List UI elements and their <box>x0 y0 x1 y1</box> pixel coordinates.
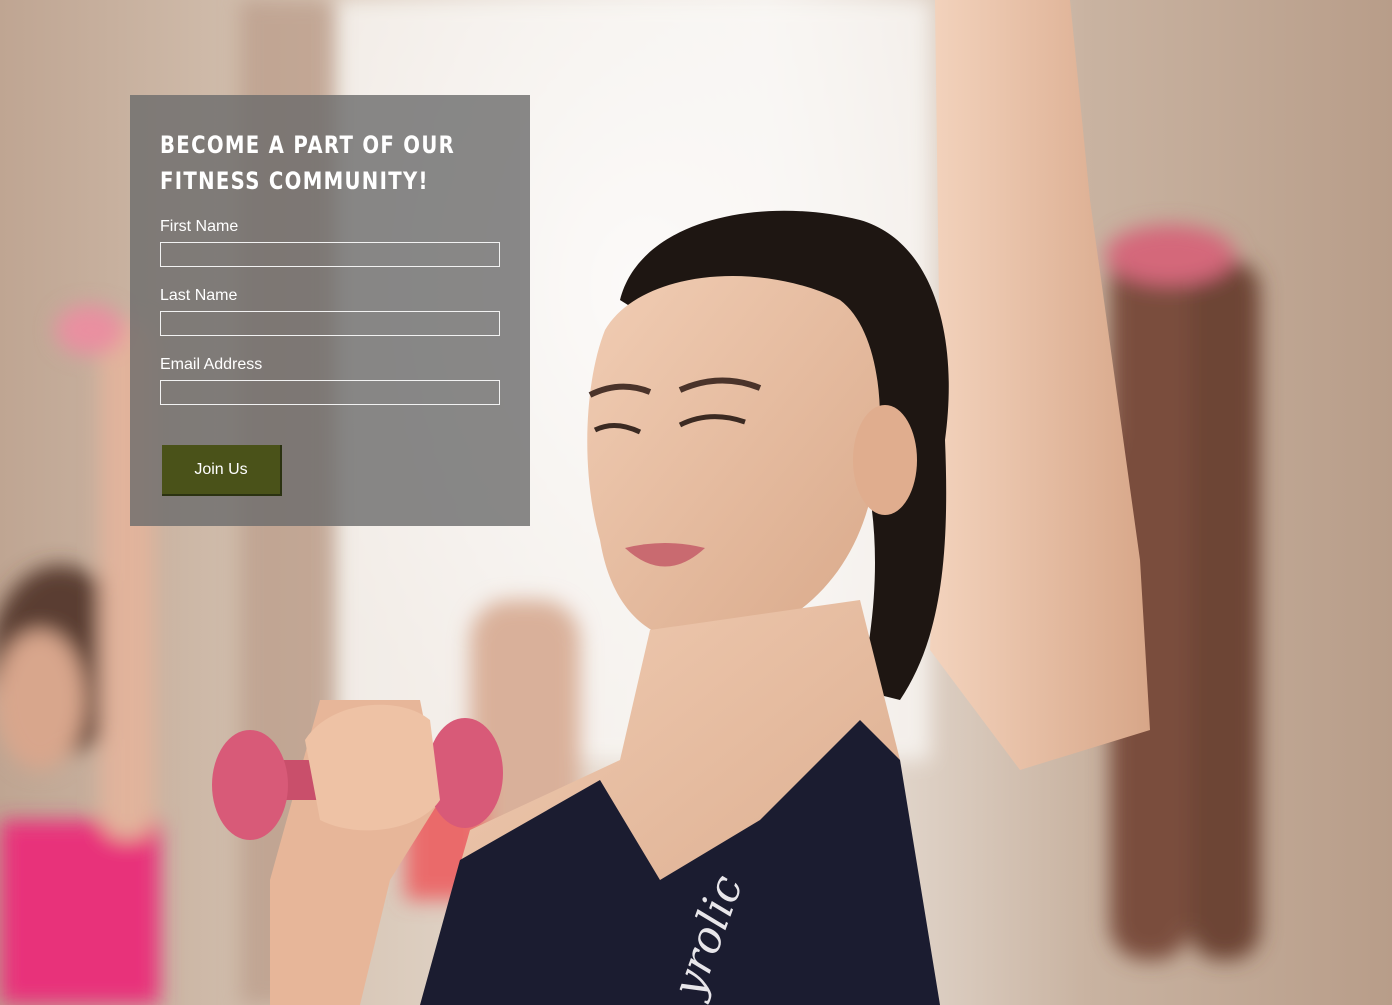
signup-title-line-2: fitness community! <box>160 167 429 195</box>
signup-form-card: Become a part of our fitness community! … <box>130 95 530 526</box>
first-name-label: First Name <box>160 218 239 235</box>
email-field-group: Email Address <box>160 355 500 405</box>
last-name-label: Last Name <box>160 287 238 304</box>
signup-title-line-1: Become a part of our <box>160 131 456 159</box>
first-name-field-group: First Name <box>160 217 500 267</box>
email-address-input[interactable] <box>160 380 500 405</box>
first-name-input[interactable] <box>160 242 500 267</box>
email-address-label: Email Address <box>160 356 263 373</box>
join-us-button[interactable]: Join Us <box>162 445 282 496</box>
last-name-input[interactable] <box>160 311 500 336</box>
last-name-field-group: Last Name <box>160 286 500 336</box>
signup-title: Become a part of our fitness community! <box>160 127 504 199</box>
hero-section: yrolic Become a part of our fitness comm… <box>0 0 1392 1005</box>
